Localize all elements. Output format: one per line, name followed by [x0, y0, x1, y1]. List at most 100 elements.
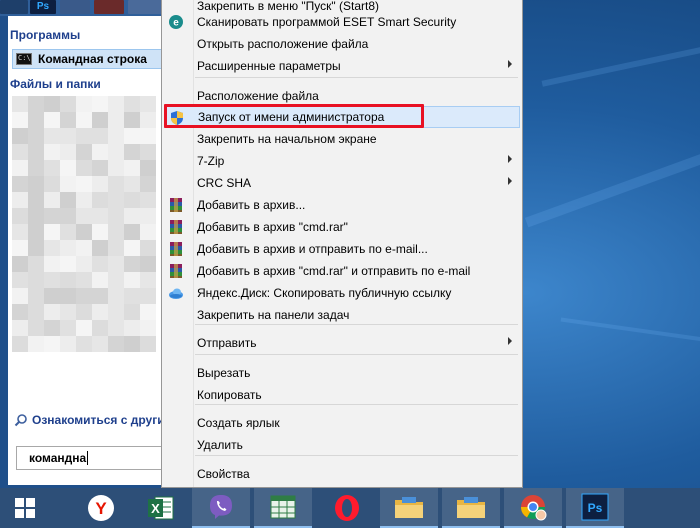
- pinned-tile[interactable]: [128, 0, 162, 14]
- start-search-input[interactable]: командна: [16, 446, 163, 470]
- context-menu-item[interactable]: Свойства: [164, 463, 520, 485]
- blurred-cell: [92, 160, 108, 176]
- blurred-cell: [108, 128, 124, 144]
- menu-separator: [195, 404, 518, 405]
- blurred-cell: [140, 288, 156, 304]
- blurred-cell: [108, 224, 124, 240]
- blurred-cell: [124, 160, 140, 176]
- context-menu-item-label: CRC SHA: [197, 176, 252, 190]
- context-menu-item[interactable]: Открыть расположение файла: [164, 33, 520, 55]
- opera-icon: [335, 495, 359, 521]
- taskbar-viber[interactable]: [192, 488, 250, 528]
- blurred-cell: [44, 160, 60, 176]
- blurred-cell: [44, 96, 60, 112]
- blurred-file-results: [12, 96, 162, 356]
- blurred-cell: [44, 288, 60, 304]
- blurred-cell: [76, 208, 92, 224]
- context-menu-item[interactable]: Расширенные параметры: [164, 55, 520, 77]
- blurred-cell: [12, 272, 28, 288]
- blurred-cell: [92, 128, 108, 144]
- context-menu-item-label: 7-Zip: [197, 154, 225, 168]
- programs-header: Программы: [10, 28, 81, 42]
- wallpaper-streak: [524, 142, 700, 228]
- context-menu-item[interactable]: Закрепить на панели задач: [164, 304, 520, 326]
- blurred-cell: [140, 224, 156, 240]
- winrar-icon: [168, 263, 184, 279]
- viber-icon: [210, 495, 232, 519]
- blurred-cell: [44, 208, 60, 224]
- context-menu-item[interactable]: Яндекс.Диск: Скопировать публичную ссылк…: [164, 282, 520, 304]
- blurred-cell: [28, 256, 44, 272]
- taskbar-excel[interactable]: X: [132, 488, 190, 528]
- context-menu-item-label: Копировать: [197, 388, 262, 402]
- svg-text:Y: Y: [95, 499, 107, 518]
- photoshop-tile[interactable]: Ps: [30, 0, 56, 14]
- context-menu-item[interactable]: Добавить в архив и отправить по e-mail..…: [164, 238, 520, 260]
- blurred-cell: [124, 128, 140, 144]
- context-menu-item[interactable]: Добавить в архив "cmd.rar": [164, 216, 520, 238]
- context-menu-item[interactable]: Добавить в архив...: [164, 194, 520, 216]
- blurred-cell: [140, 160, 156, 176]
- taskbar-yandex-browser[interactable]: Y: [72, 488, 130, 528]
- taskbar-chrome[interactable]: [504, 488, 562, 528]
- context-menu-item[interactable]: e Сканировать программой ESET Smart Secur…: [164, 11, 520, 33]
- context-menu-item-label: Расположение файла: [197, 89, 319, 103]
- context-menu-item[interactable]: Отправить: [164, 332, 520, 354]
- program-result-cmd[interactable]: C:\ Командная строка: [12, 49, 163, 69]
- context-menu-item-label: Отправить: [197, 336, 257, 350]
- taskbar-file-explorer[interactable]: [380, 488, 438, 528]
- blurred-cell: [108, 288, 124, 304]
- context-menu-item[interactable]: Создать ярлык: [164, 412, 520, 434]
- context-menu-item-label: Создать ярлык: [197, 416, 280, 430]
- blurred-cell: [76, 336, 92, 352]
- context-menu-item[interactable]: Удалить: [164, 434, 520, 456]
- blurred-cell: [44, 256, 60, 272]
- blurred-cell: [12, 160, 28, 176]
- blurred-cell: [44, 320, 60, 336]
- context-menu-item-label: Добавить в архив "cmd.rar": [197, 220, 348, 234]
- context-menu-item-label: Добавить в архив "cmd.rar" и отправить п…: [197, 264, 471, 278]
- taskbar-excel-file[interactable]: [254, 488, 312, 528]
- blurred-cell: [140, 176, 156, 192]
- blurred-cell: [60, 208, 76, 224]
- command-prompt-icon: C:\: [16, 53, 32, 65]
- blurred-cell: [108, 112, 124, 128]
- context-menu-item[interactable]: Добавить в архив "cmd.rar" и отправить п…: [164, 260, 520, 282]
- blurred-cell: [60, 112, 76, 128]
- pinned-tile[interactable]: [0, 0, 28, 14]
- pinned-tile[interactable]: [94, 0, 124, 14]
- context-menu-item[interactable]: CRC SHA: [164, 172, 520, 194]
- blurred-cell: [92, 224, 108, 240]
- submenu-arrow-icon: [508, 60, 512, 68]
- context-menu-item[interactable]: Закрепить на начальном экране: [164, 128, 520, 150]
- taskbar-file-explorer-2[interactable]: [442, 488, 500, 528]
- context-menu-item[interactable]: Вырезать: [164, 362, 520, 384]
- context-menu-item[interactable]: 7-Zip: [164, 150, 520, 172]
- yandex-disk-icon: [168, 285, 184, 301]
- blurred-cell: [44, 192, 60, 208]
- blurred-cell: [12, 288, 28, 304]
- blurred-cell: [108, 176, 124, 192]
- blurred-cell: [124, 224, 140, 240]
- blurred-cell: [92, 144, 108, 160]
- blurred-cell: [108, 144, 124, 160]
- blurred-cell: [12, 224, 28, 240]
- taskbar-opera[interactable]: [318, 488, 376, 528]
- context-menu-item[interactable]: Копировать: [164, 384, 520, 406]
- blurred-cell: [92, 288, 108, 304]
- blurred-cell: [124, 240, 140, 256]
- blurred-cell: [12, 112, 28, 128]
- see-more-results-link[interactable]: Ознакомиться с други: [14, 411, 162, 429]
- blurred-cell: [92, 304, 108, 320]
- highlight-annotation-box: [164, 104, 424, 128]
- blurred-cell: [124, 176, 140, 192]
- blurred-cell: [140, 320, 156, 336]
- taskbar-photoshop[interactable]: Ps: [566, 488, 624, 528]
- blurred-cell: [60, 272, 76, 288]
- blurred-cell: [60, 96, 76, 112]
- blurred-cell: [76, 192, 92, 208]
- blurred-cell: [28, 112, 44, 128]
- pinned-tile[interactable]: [60, 0, 90, 14]
- blurred-cell: [76, 96, 92, 112]
- start-button[interactable]: [0, 488, 50, 528]
